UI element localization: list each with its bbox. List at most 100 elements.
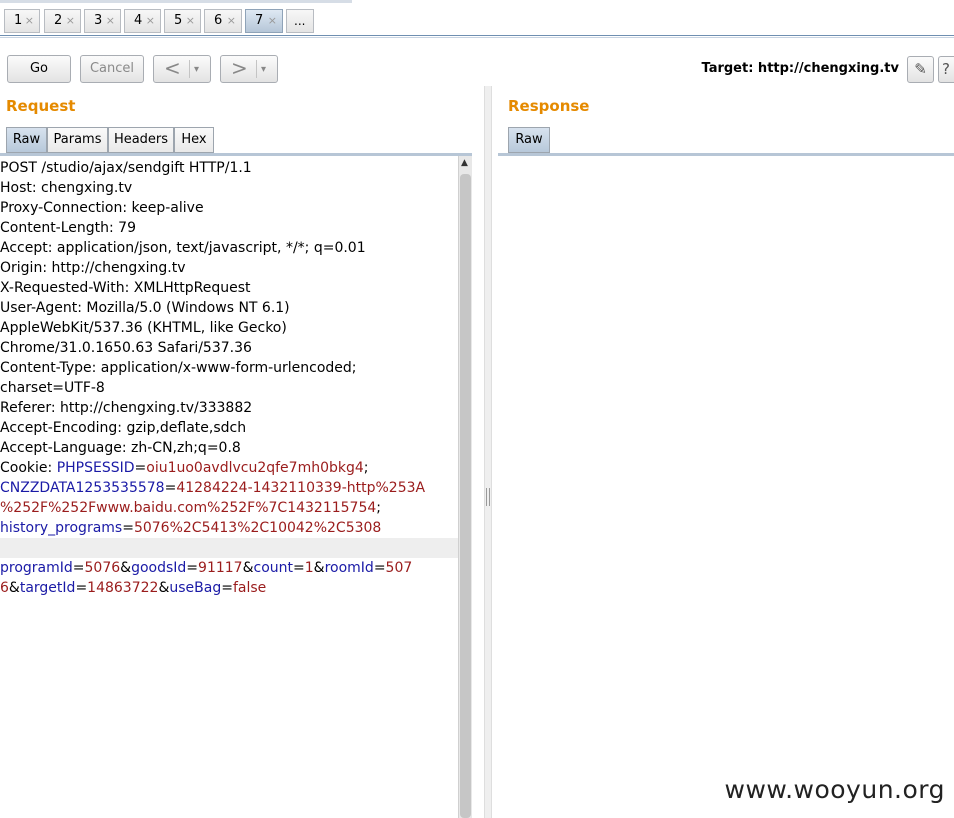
- request-tab-raw[interactable]: Raw: [6, 127, 47, 153]
- tab-close-icon[interactable]: ×: [268, 10, 277, 32]
- request-line: Accept-Language: zh-CN,zh;q=0.8: [0, 438, 458, 458]
- response-tab-raw[interactable]: Raw: [508, 127, 550, 153]
- param-name: PHPSESSID: [56, 460, 135, 476]
- pane-splitter[interactable]: [484, 86, 492, 818]
- line-text: =: [122, 520, 134, 536]
- repeater-tab-6[interactable]: 6 ×: [204, 9, 242, 33]
- param-value: 41284224-1432110339-http%253A: [176, 480, 426, 496]
- repeater-tab-4[interactable]: 4 ×: [124, 9, 161, 33]
- button-separator: [189, 60, 190, 78]
- line-text: &: [8, 580, 20, 596]
- line-text: Accept: application/json, text/javascrip…: [0, 240, 366, 256]
- line-text: Content-Length: 79: [0, 220, 137, 236]
- new-tab-button[interactable]: ...: [286, 9, 314, 33]
- request-line: Host: chengxing.tv: [0, 178, 458, 198]
- param-name: useBag: [169, 580, 222, 596]
- go-button[interactable]: Go: [7, 55, 71, 83]
- request-line: Proxy-Connection: keep-alive: [0, 198, 458, 218]
- chevron-left-icon: <: [164, 56, 181, 80]
- tab-label: ...: [294, 14, 306, 28]
- line-text: charset=UTF-8: [0, 380, 105, 396]
- tab-label: 1: [14, 13, 23, 28]
- param-name: count: [253, 560, 294, 576]
- splitter-grip-icon[interactable]: [486, 488, 490, 506]
- line-text: Proxy-Connection: keep-alive: [0, 200, 204, 216]
- param-value: 6: [0, 580, 9, 596]
- tab-close-icon[interactable]: ×: [227, 10, 236, 32]
- request-line: Content-Type: application/x-www-form-url…: [0, 358, 458, 378]
- chevron-right-icon: >: [231, 56, 248, 80]
- request-line: AppleWebKit/537.36 (KHTML, like Gecko): [0, 318, 458, 338]
- chevron-down-icon[interactable]: ▾: [261, 57, 266, 83]
- repeater-tab-strip: 1 × 2 × 3 × 4 × 5 × 6 × 7 × ...: [0, 6, 954, 36]
- request-line: POST /studio/ajax/sendgift HTTP/1.1: [0, 158, 458, 178]
- line-text: =: [373, 560, 386, 576]
- line-text: =: [164, 480, 177, 496]
- tab-close-icon[interactable]: ×: [106, 10, 115, 32]
- line-text: &: [313, 560, 325, 576]
- request-line: Accept-Encoding: gzip,deflate,sdch: [0, 418, 458, 438]
- line-text: Chrome/31.0.1650.63 Safari/537.36: [0, 340, 252, 356]
- response-editor[interactable]: [498, 156, 954, 818]
- request-tab-headers[interactable]: Headers: [108, 127, 174, 153]
- pencil-icon: ✎: [914, 60, 927, 78]
- tab-close-icon[interactable]: ×: [25, 10, 34, 32]
- param-name: goodsId: [131, 560, 187, 576]
- request-line: Chrome/31.0.1650.63 Safari/537.36: [0, 338, 458, 358]
- param-value: 507: [385, 560, 413, 576]
- line-text: Accept-Encoding: gzip,deflate,sdch: [0, 420, 247, 436]
- tab-close-icon[interactable]: ×: [146, 10, 155, 32]
- line-text: Content-Type: application/x-www-form-url…: [0, 360, 357, 376]
- param-value: false: [232, 580, 267, 596]
- param-name: programId: [0, 560, 73, 576]
- line-text: =: [134, 460, 147, 476]
- param-value: %252F%252Fwww.baidu.com%252F%7C143211575…: [0, 500, 377, 516]
- line-text: =: [221, 580, 233, 596]
- line-text: Host: chengxing.tv: [0, 180, 133, 196]
- request-line: %252F%252Fwww.baidu.com%252F%7C143211575…: [0, 498, 458, 518]
- repeater-tab-1[interactable]: 1 ×: [4, 9, 40, 33]
- request-editor[interactable]: POST /studio/ajax/sendgift HTTP/1.1 Host:…: [0, 156, 458, 818]
- tab-close-icon[interactable]: ×: [186, 10, 195, 32]
- line-text: X-Requested-With: XMLHttpRequest: [0, 280, 251, 296]
- help-icon: ?: [942, 60, 950, 78]
- edit-target-button[interactable]: ✎: [907, 56, 934, 83]
- scrollbar-thumb[interactable]: [460, 174, 471, 818]
- forward-button[interactable]: > ▾: [220, 55, 278, 83]
- request-line: charset=UTF-8: [0, 378, 458, 398]
- help-button[interactable]: ?: [938, 56, 954, 83]
- request-scrollbar[interactable]: ▲: [458, 156, 472, 818]
- request-tab-hex[interactable]: Hex: [174, 127, 214, 153]
- back-button[interactable]: < ▾: [153, 55, 211, 83]
- tab-close-icon[interactable]: ×: [66, 10, 75, 32]
- chevron-down-icon[interactable]: ▾: [194, 57, 199, 83]
- cancel-button[interactable]: Cancel: [80, 55, 144, 83]
- line-text: =: [293, 560, 305, 576]
- response-title: Response: [508, 97, 590, 115]
- repeater-tab-7[interactable]: 7 ×: [245, 9, 283, 33]
- repeater-tab-5[interactable]: 5 ×: [164, 9, 201, 33]
- param-value: 91117: [198, 560, 243, 576]
- param-value: 5076: [84, 560, 121, 576]
- tab-strip-border-light: [0, 37, 954, 38]
- line-text: Accept-Language: zh-CN,zh;q=0.8: [0, 440, 241, 456]
- tab-label: 4: [134, 13, 143, 28]
- line-text: AppleWebKit/537.36 (KHTML, like Gecko): [0, 320, 287, 336]
- repeater-tab-2[interactable]: 2 ×: [44, 9, 81, 33]
- repeater-tab-3[interactable]: 3 ×: [84, 9, 121, 33]
- tab-label: 6: [214, 13, 223, 28]
- request-line: Referer: http://chengxing.tv/333882: [0, 398, 458, 418]
- tab-label: 2: [54, 13, 63, 28]
- tab-label: 7: [255, 13, 264, 28]
- line-text: &: [158, 580, 170, 596]
- request-tab-params[interactable]: Params: [47, 127, 108, 153]
- param-value: 1: [304, 560, 314, 576]
- target-label: Target: http://chengxing.tv: [701, 61, 900, 76]
- param-name: roomId: [324, 560, 374, 576]
- line-text: =: [186, 560, 199, 576]
- tab-strip-border: [0, 35, 954, 36]
- param-value: 14863722: [87, 580, 159, 596]
- scroll-up-arrow-icon[interactable]: ▲: [461, 158, 468, 168]
- line-text: &: [120, 560, 132, 576]
- request-line: [0, 538, 458, 558]
